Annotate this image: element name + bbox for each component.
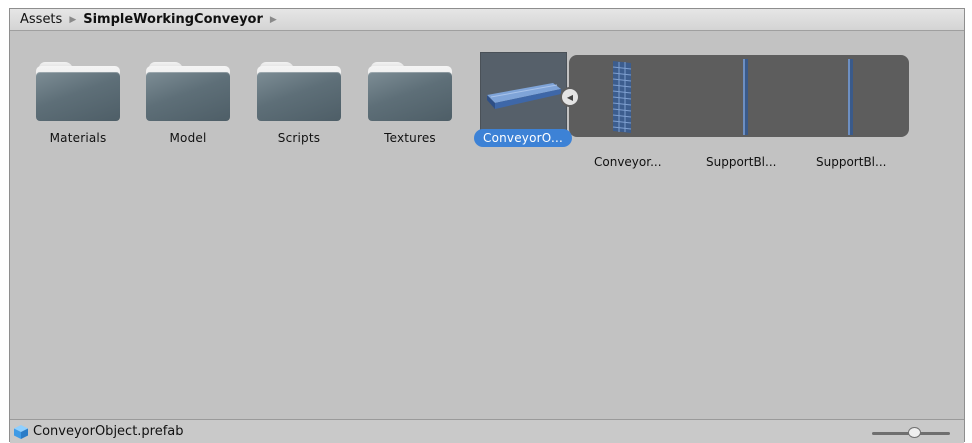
status-bar: ConveyorObject.prefab — [10, 419, 964, 443]
asset-item-conveyorobject[interactable]: ConveyorO... — [473, 53, 573, 147]
subasset-label-conveyor[interactable]: Conveyor... — [594, 155, 662, 169]
selected-asset-path: ConveyorObject.prefab — [33, 424, 184, 439]
folder-icon — [257, 53, 341, 121]
breadcrumb-assets[interactable]: Assets — [20, 12, 62, 27]
breadcrumb-separator-icon: ▶ — [69, 14, 77, 25]
folder-label: Materials — [49, 131, 107, 145]
folder-item-textures[interactable]: Textures — [360, 53, 460, 145]
zoom-slider-handle[interactable] — [908, 427, 921, 438]
folder-icon — [146, 53, 230, 121]
subasset-strip — [569, 55, 909, 137]
folder-label: Scripts — [277, 131, 321, 145]
breadcrumb-separator-icon[interactable]: ▶ — [270, 15, 277, 25]
folder-icon — [368, 53, 452, 121]
breadcrumb: Assets ▶ SimpleWorkingConveyor ▶ — [10, 9, 964, 31]
mesh-thumbnail[interactable] — [848, 59, 853, 135]
project-browser-panel: Assets ▶ SimpleWorkingConveyor ▶ Materia… — [9, 8, 965, 443]
asset-grid: Materials Model Scripts Textures ◀ Conve… — [10, 31, 964, 419]
subasset-label-supportblock-1[interactable]: SupportBl... — [706, 155, 776, 169]
breadcrumb-simpleworkingconveyor[interactable]: SimpleWorkingConveyor — [83, 12, 263, 27]
folder-item-scripts[interactable]: Scripts — [249, 53, 349, 145]
folder-label: Textures — [384, 131, 436, 145]
zoom-slider[interactable] — [872, 427, 950, 439]
mesh-thumbnail[interactable] — [612, 61, 632, 133]
folder-item-model[interactable]: Model — [138, 53, 238, 145]
folder-label: Model — [169, 131, 207, 145]
mesh-thumbnail[interactable] — [743, 59, 748, 135]
folder-icon — [36, 53, 120, 121]
prefab-cube-icon — [14, 424, 28, 439]
folder-item-materials[interactable]: Materials — [28, 53, 128, 145]
subasset-label-supportblock-2[interactable]: SupportBl... — [816, 155, 886, 169]
selected-asset-label: ConveyorO... — [474, 129, 572, 147]
